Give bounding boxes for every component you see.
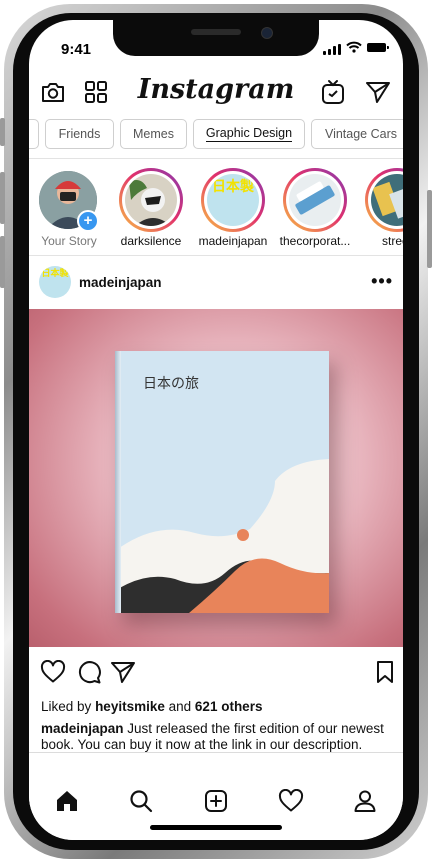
more-options-icon[interactable]: •••: [371, 271, 393, 292]
story-label: Your Story: [41, 234, 97, 248]
chip-friends[interactable]: Friends: [45, 119, 114, 149]
story-madeinjapan[interactable]: 日本製 madeinjapan: [193, 168, 273, 254]
bottom-nav: [29, 752, 403, 840]
story-ring: [283, 168, 347, 232]
divider: [29, 255, 403, 256]
avatar: [371, 174, 403, 226]
story-ring: [365, 168, 403, 232]
avatar: [289, 174, 341, 226]
story-label: thecorporat...: [279, 234, 351, 248]
bookmark-icon[interactable]: [375, 660, 395, 689]
book-cover: 日本の旅: [115, 351, 329, 613]
book-spine: [115, 351, 121, 613]
story-ring: [119, 168, 183, 232]
new-post-icon[interactable]: [204, 789, 228, 818]
chip-label: Memes: [133, 127, 174, 141]
story-thecorporat[interactable]: thecorporat...: [275, 168, 355, 254]
like-heart-icon[interactable]: [40, 659, 66, 689]
story-label: darksilence: [120, 234, 182, 248]
post-image[interactable]: 日本の旅: [29, 309, 403, 647]
avatar-text: 日本製: [212, 178, 254, 194]
likes-text: Liked by heyitsmike and 621 others: [41, 699, 262, 714]
liked-by-user[interactable]: heyitsmike: [95, 699, 165, 714]
caption-username[interactable]: madeinjapan: [41, 721, 124, 736]
mute-switch: [0, 118, 5, 146]
story-street[interactable]: street: [357, 168, 403, 254]
activity-heart-icon[interactable]: [278, 788, 304, 818]
speaker-grille: [191, 29, 241, 35]
chip-partial[interactable]: [29, 119, 39, 149]
divider: [29, 158, 403, 159]
status-time: 9:41: [61, 41, 92, 58]
post-avatar[interactable]: 日本製: [39, 266, 71, 298]
avatar-text: 日本製: [41, 268, 69, 278]
likes-count[interactable]: 621 others: [195, 699, 263, 714]
search-icon[interactable]: [129, 789, 153, 818]
story-ring: 日本製: [201, 168, 265, 232]
home-indicator: [150, 825, 282, 830]
chip-vintage-cars[interactable]: Vintage Cars: [311, 119, 403, 149]
chip-label: Graphic Design: [205, 126, 293, 142]
chip-label: Friends: [58, 127, 101, 141]
topic-chips: Friends Memes Graphic Design Vintage Car…: [29, 119, 403, 153]
chip-label: Vintage Cars: [324, 127, 398, 141]
app-screen: 9:41 Instagram Friends Memes Graphic Des…: [29, 20, 403, 840]
book-title: 日本の旅: [143, 376, 199, 392]
post-actions: [29, 658, 403, 688]
stories-tray: + Your Story darksilence 日本製 madeinjapan: [29, 168, 403, 254]
top-app-bar: Instagram: [29, 72, 403, 112]
post-header: 日本製 madeinjapan •••: [29, 265, 403, 301]
instagram-logo: Instagram: [137, 74, 295, 105]
notch: [113, 20, 319, 56]
story-label: street: [381, 234, 403, 248]
comment-icon[interactable]: [76, 660, 102, 689]
home-icon[interactable]: [55, 789, 79, 818]
status-icons: [323, 41, 389, 55]
avatar: 日本製: [207, 174, 259, 226]
profile-icon[interactable]: [353, 789, 377, 818]
story-darksilence[interactable]: darksilence: [111, 168, 191, 254]
post-username[interactable]: madeinjapan: [79, 275, 162, 290]
front-camera: [261, 27, 273, 39]
chip-memes[interactable]: Memes: [120, 119, 187, 149]
battery-icon: [367, 43, 389, 52]
add-story-icon[interactable]: +: [77, 210, 99, 232]
volume-up-button: [0, 172, 5, 224]
likes-prefix: Liked by: [41, 699, 92, 714]
avatar: [125, 174, 177, 226]
share-icon[interactable]: [110, 660, 136, 689]
igtv-icon[interactable]: [321, 79, 345, 105]
power-button: [427, 190, 432, 268]
volume-down-button: [0, 236, 5, 288]
post-caption: madeinjapan Just released the first edit…: [41, 721, 393, 753]
chip-graphic-design[interactable]: Graphic Design: [193, 119, 305, 149]
story-your-story[interactable]: + Your Story: [29, 168, 109, 254]
story-label: madeinjapan: [198, 234, 268, 248]
likes-mid: and: [168, 699, 192, 714]
wifi-icon: [346, 41, 362, 53]
direct-message-icon[interactable]: [365, 80, 391, 104]
